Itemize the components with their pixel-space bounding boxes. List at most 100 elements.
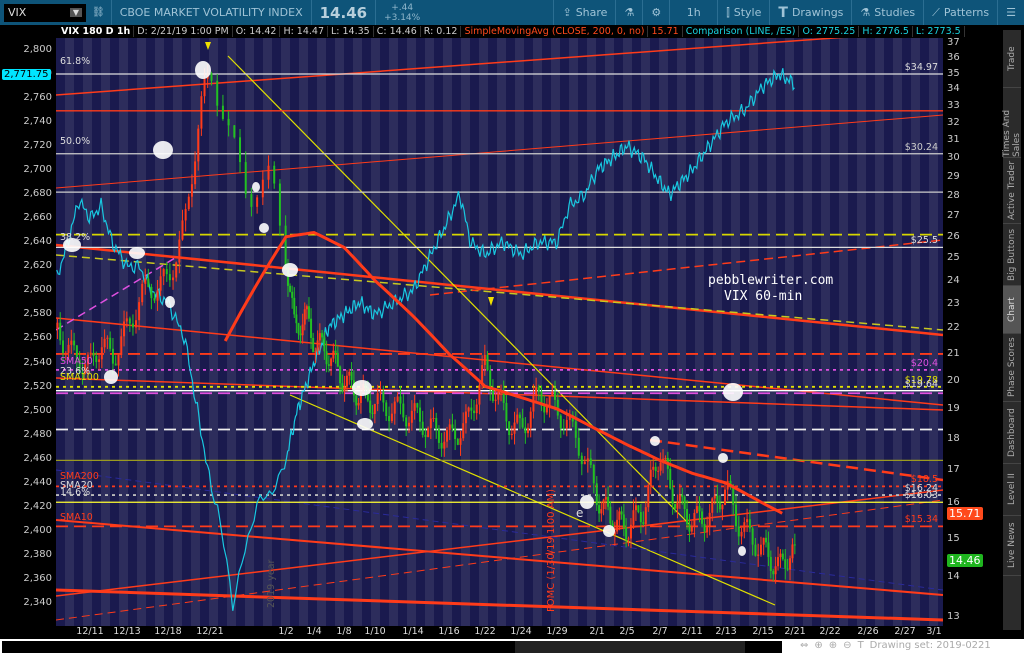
- candle: [592, 463, 595, 494]
- candle: [577, 427, 580, 459]
- candle: [793, 533, 796, 555]
- candle: [316, 330, 319, 355]
- candle: [59, 312, 62, 345]
- right-axis-tick: 20: [947, 374, 960, 386]
- level-label: $19.64: [904, 378, 938, 390]
- sidebar-tab-dashboard[interactable]: Dashboard: [1003, 402, 1021, 464]
- candle: [416, 402, 419, 414]
- candle: [321, 329, 324, 344]
- time-axis-tick: 1/22: [474, 626, 496, 637]
- zoom-in-icon[interactable]: ⊕: [829, 640, 837, 651]
- candle: [256, 194, 259, 214]
- candle: [273, 161, 276, 189]
- candle: [759, 536, 762, 557]
- sidebar-tab-big-buttons[interactable]: Big Buttons: [1003, 224, 1021, 286]
- sidebar-tab-chart[interactable]: Chart: [1003, 286, 1021, 334]
- left-axis-tick: 2,580: [23, 308, 52, 320]
- time-axis-tick: 1/2: [278, 626, 294, 637]
- drawing-set-label[interactable]: Drawing set: 2019-0221: [870, 640, 991, 651]
- time-axis-tick: 1/14: [402, 626, 424, 637]
- right-price-axis[interactable]: 37 36 35 34 33 32 31 30 29 28 27 26 25 24 23 22 21 20 19 18…: [943, 37, 990, 626]
- last-price-tag: 14.46: [947, 554, 983, 567]
- candle: [723, 480, 726, 506]
- right-axis-tick: 33: [947, 99, 960, 111]
- candle: [369, 389, 372, 424]
- candle: [598, 494, 601, 522]
- sidebar-tab-times-and-sales[interactable]: Times And Sales: [1002, 88, 1022, 158]
- right-axis-tick: 25: [947, 252, 960, 264]
- candle: [393, 397, 396, 425]
- sidebar-tab-trade[interactable]: Trade: [1003, 30, 1021, 88]
- candle: [652, 456, 655, 477]
- time-axis-tick: 2/26: [857, 626, 879, 637]
- time-axis-tick: 1/8: [336, 626, 352, 637]
- candle: [489, 365, 492, 401]
- candle: [355, 391, 358, 415]
- time-axis-tick: 2/5: [619, 626, 635, 637]
- candle: [227, 111, 230, 137]
- sidebar-tab-level-ii[interactable]: Level II: [1003, 464, 1021, 516]
- left-axis-tick: 2,600: [23, 284, 52, 296]
- crosshair-icon[interactable]: ⊕: [814, 640, 822, 651]
- left-axis-tick: 2,640: [23, 236, 52, 248]
- zoom-out-icon[interactable]: ⊖: [843, 640, 851, 651]
- candle: [117, 354, 120, 377]
- candle: [172, 270, 175, 290]
- e-marker: e: [576, 506, 584, 520]
- candle: [467, 406, 470, 418]
- candle: [508, 421, 511, 445]
- candle: [454, 419, 457, 450]
- candle: [373, 403, 376, 424]
- candle: [284, 215, 287, 271]
- candle: [325, 340, 328, 373]
- pan-icon[interactable]: ⇔: [800, 640, 808, 651]
- candle: [703, 518, 706, 542]
- candle: [299, 325, 302, 344]
- candle: [303, 302, 306, 331]
- sidebar-tab-live-news[interactable]: Live News: [1003, 516, 1021, 576]
- left-price-axis[interactable]: 2,8002,7802,7602,7402,7202,7002,6802,660…: [0, 38, 56, 626]
- candle: [128, 316, 131, 332]
- left-axis-tick: 2,560: [23, 332, 52, 344]
- candle: [708, 503, 711, 536]
- watermark-title: VIX 60-min: [724, 289, 803, 304]
- time-axis-tick: 2/7: [652, 626, 668, 637]
- candle: [516, 408, 519, 425]
- time-axis[interactable]: 12/11 12/13 12/18 12/21 1/2 1/4 1/8 1/10 1/14 1/1…: [56, 626, 943, 639]
- candle: [737, 516, 740, 546]
- candle: [408, 416, 411, 433]
- candle: [267, 155, 270, 189]
- candle: [589, 449, 592, 469]
- candle: [131, 314, 134, 336]
- candle: [289, 283, 292, 293]
- candle: [456, 437, 459, 446]
- candle: [233, 124, 236, 139]
- candle: [774, 556, 777, 584]
- candle: [746, 508, 749, 532]
- left-axis-tick: 2,420: [23, 500, 52, 512]
- candle: [688, 513, 691, 542]
- sidebar-tab-active-trader[interactable]: Active Trader: [1003, 158, 1021, 224]
- right-axis-tick: 37: [947, 37, 960, 48]
- trendlines: [56, 38, 943, 622]
- sma-price-tag: 15.71: [947, 507, 983, 520]
- candle: [336, 345, 339, 368]
- left-axis-tick: 2,460: [23, 452, 52, 464]
- candle: [459, 430, 462, 456]
- candle: [100, 336, 103, 369]
- candle: [332, 343, 335, 363]
- time-axis-tick: 12/21: [196, 626, 224, 637]
- time-axis-tick: 2/21: [784, 626, 806, 637]
- candle: [473, 399, 476, 421]
- scrollbar-thumb[interactable]: [515, 641, 745, 653]
- candle: [343, 375, 346, 402]
- sidebar-tab-phase-scores[interactable]: Phase Scores: [1003, 334, 1021, 402]
- left-level-label: SMA10: [60, 512, 93, 523]
- text-t-icon[interactable]: T: [858, 640, 864, 651]
- candle: [765, 529, 768, 548]
- candle: [443, 431, 446, 457]
- candle: [562, 419, 565, 435]
- right-axis-tick: 29: [947, 170, 960, 182]
- candle: [671, 480, 674, 515]
- candle: [141, 280, 144, 306]
